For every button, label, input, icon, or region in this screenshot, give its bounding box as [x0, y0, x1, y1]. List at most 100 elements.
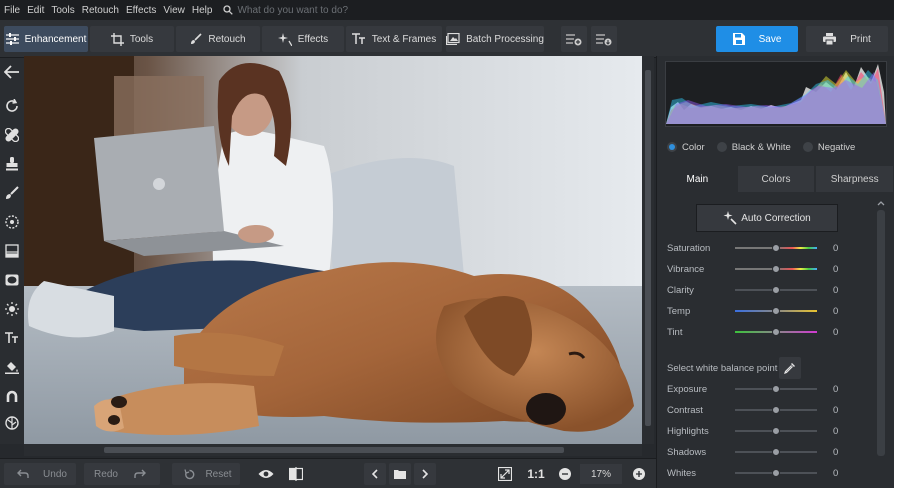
contrast-slider[interactable]: [735, 406, 817, 414]
brush-icon: [6, 186, 19, 199]
highlights-knob[interactable]: [772, 427, 780, 435]
printer-icon: [823, 33, 837, 45]
shape-tool[interactable]: [2, 413, 22, 433]
text-icon: [5, 332, 18, 343]
saturation-knob[interactable]: [772, 244, 780, 252]
menu-help[interactable]: Help: [192, 5, 213, 16]
compare-icon: [289, 467, 303, 481]
mode-black-white-radio[interactable]: Black & White: [716, 142, 791, 153]
whites-knob[interactable]: [772, 469, 780, 477]
radial-filter-icon: [5, 215, 19, 229]
menu-file[interactable]: File: [4, 5, 20, 16]
vignette-tool[interactable]: [2, 270, 22, 290]
brush-tool[interactable]: [2, 183, 22, 203]
menu-tools[interactable]: Tools: [51, 5, 74, 16]
panel-scrollbar[interactable]: [875, 196, 887, 488]
tab-colors[interactable]: Colors: [737, 166, 815, 192]
reset-button[interactable]: Reset: [172, 463, 240, 485]
zoom-in-button[interactable]: [629, 463, 649, 485]
gradient-tool[interactable]: [2, 241, 22, 261]
clone-stamp-tool[interactable]: [2, 154, 22, 174]
rotate-tool[interactable]: [2, 96, 22, 116]
open-folder-button[interactable]: [389, 463, 411, 485]
auto-correction-button[interactable]: Auto Correction: [696, 204, 838, 232]
healing-tool[interactable]: [2, 125, 22, 145]
redo-button[interactable]: Redo: [84, 463, 160, 485]
temp-slider[interactable]: [735, 307, 817, 315]
saturation-value: 0: [833, 242, 839, 254]
tab-main[interactable]: Main: [659, 166, 736, 192]
saturation-slider[interactable]: [735, 244, 817, 252]
zoom-out-button[interactable]: [555, 463, 575, 485]
white-balance-picker[interactable]: [779, 357, 801, 379]
tab-effects[interactable]: Effects: [262, 26, 344, 52]
tint-value: 0: [833, 326, 839, 338]
tab-enhancement[interactable]: Enhancement: [4, 26, 88, 52]
panel-tabs: Main Colors Sharpness: [659, 166, 894, 192]
tab-sharpness[interactable]: Sharpness: [816, 166, 894, 192]
contrast-knob[interactable]: [772, 406, 780, 414]
mode-color-radio[interactable]: Color: [667, 142, 705, 153]
chevron-right-icon: [422, 469, 428, 479]
canvas-vertical-scrollbar[interactable]: [642, 56, 654, 444]
print-button[interactable]: Print: [806, 26, 888, 52]
whites-slider[interactable]: [735, 469, 817, 477]
shadows-knob[interactable]: [772, 448, 780, 456]
clarity-knob[interactable]: [772, 286, 780, 294]
highlights-slider[interactable]: [735, 427, 817, 435]
light-tool[interactable]: [2, 299, 22, 319]
fit-to-screen-button[interactable]: [494, 463, 516, 485]
whites-value: 0: [833, 467, 839, 479]
previous-image-button[interactable]: [364, 463, 386, 485]
tint-slider-row: Tint 0: [667, 324, 847, 340]
menu-retouch[interactable]: Retouch: [82, 5, 119, 16]
exposure-slider[interactable]: [735, 385, 817, 393]
photo-canvas[interactable]: [24, 56, 642, 444]
vibrance-knob[interactable]: [772, 265, 780, 273]
radio-dot: [716, 142, 727, 152]
exposure-slider-row: Exposure 0: [667, 381, 847, 397]
vibrance-slider[interactable]: [735, 265, 817, 273]
liquify-tool[interactable]: [2, 386, 22, 406]
fill-tool[interactable]: [2, 357, 22, 377]
zoom-level-field[interactable]: 17%: [580, 464, 622, 484]
add-preset-button[interactable]: [561, 26, 587, 52]
tint-slider[interactable]: [735, 328, 817, 336]
actual-size-button[interactable]: 1:1: [524, 463, 548, 485]
compare-toggle[interactable]: [284, 463, 308, 485]
text-tool[interactable]: [2, 328, 22, 348]
eye-icon: [258, 470, 274, 478]
back-button[interactable]: [2, 62, 22, 82]
menu-view[interactable]: View: [163, 5, 185, 16]
vibrance-label: Vibrance: [667, 263, 705, 275]
tab-effects-label: Effects: [297, 33, 329, 45]
download-preset-icon: [596, 33, 612, 45]
preview-toggle[interactable]: [254, 463, 278, 485]
tab-text-frames[interactable]: Text & Frames: [346, 26, 442, 52]
tab-tools[interactable]: Tools: [90, 26, 174, 52]
menu-edit[interactable]: Edit: [27, 5, 44, 16]
histogram-graph: [666, 64, 886, 124]
undo-button[interactable]: Undo: [4, 463, 76, 485]
radial-tool[interactable]: [2, 212, 22, 232]
save-preset-button[interactable]: [591, 26, 617, 52]
horizontal-scroll-thumb[interactable]: [104, 447, 564, 453]
next-image-button[interactable]: [414, 463, 436, 485]
bottom-bar: Undo Redo Reset 1:1 17%: [0, 458, 656, 488]
vertical-scroll-thumb[interactable]: [645, 70, 651, 426]
clarity-slider[interactable]: [735, 286, 817, 294]
panel-scroll-thumb[interactable]: [877, 210, 885, 456]
save-button[interactable]: Save: [716, 26, 798, 52]
menu-bar: File Edit Tools Retouch Effects View Hel…: [0, 0, 894, 20]
tab-batch-processing[interactable]: Batch Processing: [446, 26, 544, 52]
mode-negative-radio[interactable]: Negative: [802, 142, 855, 153]
exposure-knob[interactable]: [772, 385, 780, 393]
temp-knob[interactable]: [772, 307, 780, 315]
shadows-slider[interactable]: [735, 448, 817, 456]
command-search[interactable]: What do you want to do?: [223, 5, 348, 16]
canvas-horizontal-scrollbar[interactable]: [24, 444, 642, 456]
folder-icon: [394, 470, 406, 479]
tab-retouch[interactable]: Retouch: [176, 26, 260, 52]
menu-effects[interactable]: Effects: [126, 5, 156, 16]
tint-knob[interactable]: [772, 328, 780, 336]
